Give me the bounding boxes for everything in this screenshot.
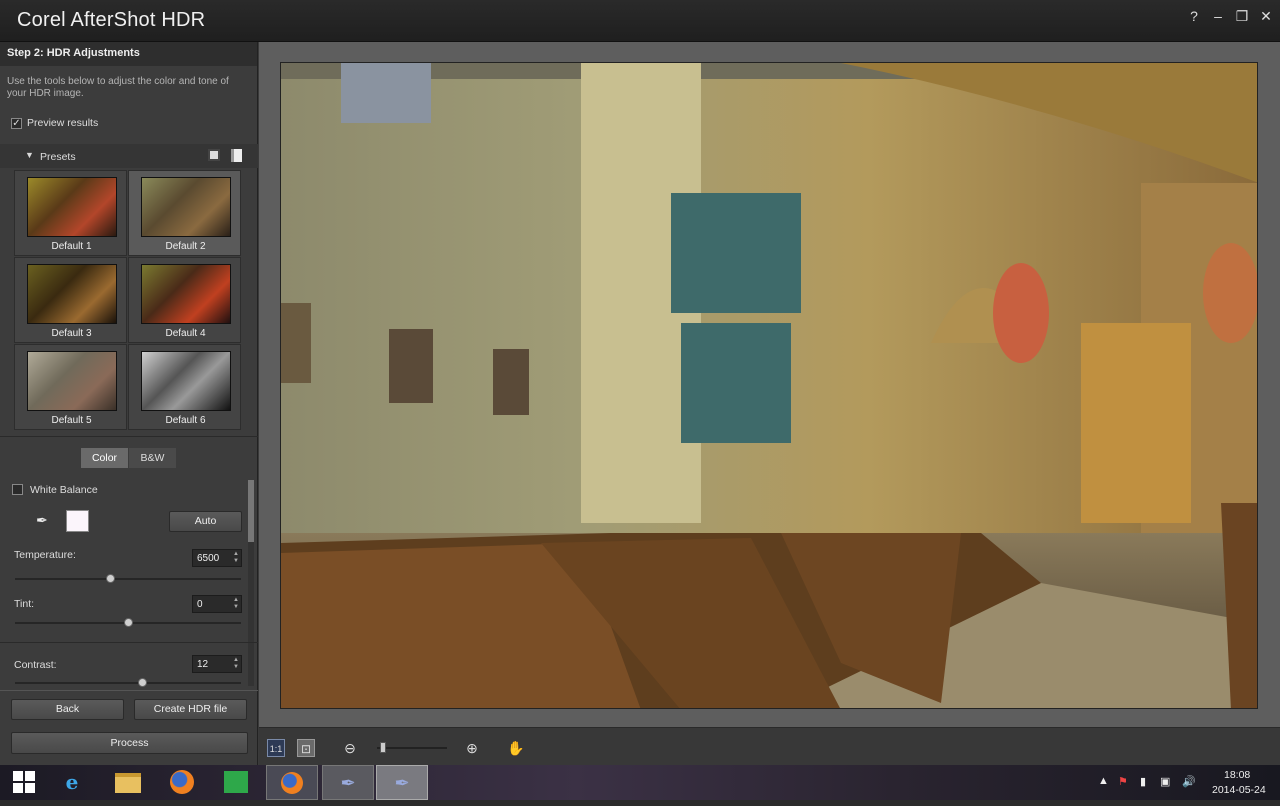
white-balance-checkbox[interactable] [12,484,23,495]
hdr-preview-image[interactable] [280,62,1258,709]
image-viewer [259,42,1280,727]
clock-date[interactable]: 2014-05-24 [1212,784,1266,796]
close-button[interactable]: ✕ [1256,6,1276,26]
contrast-input[interactable]: 12 ▲ ▼ [192,655,242,673]
preset-default-1[interactable]: Default 1 [14,170,127,256]
tint-slider[interactable] [15,618,241,627]
preset-name: Default 2 [165,241,206,252]
temperature-label: Temperature: [14,549,76,561]
preview-results-checkbox[interactable]: ✓ [11,118,22,129]
show-hidden-icons-icon[interactable]: ▲ [1098,775,1109,787]
tab-bw[interactable]: B&W [129,448,176,468]
divider [0,436,258,437]
scrollbar-thumb[interactable] [248,480,254,542]
contrast-label: Contrast: [14,659,57,671]
preset-thumbnail [141,351,231,411]
zoom-slider[interactable] [377,742,447,753]
zoom-slider-knob[interactable] [380,742,386,753]
preset-thumbnail [27,177,117,237]
preset-thumbnail [141,264,231,324]
collapse-triangle-icon[interactable]: ▼ [25,150,34,160]
preset-name: Default 3 [51,328,92,339]
preset-name: Default 1 [51,241,92,252]
preset-name: Default 4 [165,328,206,339]
viewer-toolbar: 1:1 ⊡ ⊖ ⊕ ✋ [259,727,1280,765]
taskbar-firefox-window[interactable] [266,765,318,800]
temperature-input[interactable]: 6500 ▲ ▼ [192,549,242,567]
help-button[interactable]: ? [1184,6,1204,26]
preset-name: Default 5 [51,415,92,426]
adjustments-panel: Step 2: HDR Adjustments Use the tools be… [0,42,258,765]
app-title: Corel AfterShot HDR [17,9,206,31]
app-window: Corel AfterShot HDR ? – ❐ ✕ Step 2: HDR … [0,0,1280,765]
pan-hand-icon[interactable]: ✋ [507,739,525,757]
firefox-icon[interactable] [158,765,206,800]
store-icon[interactable] [212,765,260,800]
preset-name: Default 6 [165,415,206,426]
preset-default-3[interactable]: Default 3 [14,257,127,343]
preset-thumbnail [27,264,117,324]
step-title: Step 2: HDR Adjustments [0,42,257,66]
slider-knob[interactable] [138,678,147,687]
contrast-value: 12 [197,659,209,670]
panel-scrollbar[interactable] [248,480,254,686]
actual-size-icon[interactable]: 1:1 [267,739,285,757]
tint-value: 0 [197,599,203,610]
network-icon[interactable]: ▣ [1160,775,1170,788]
slider-knob[interactable] [106,574,115,583]
preset-thumbnail [27,351,117,411]
preview-results-label: Preview results [27,117,99,129]
divider [0,642,258,643]
zoom-out-icon[interactable]: ⊖ [341,739,359,757]
presets-header[interactable]: ▼ Presets [0,144,258,168]
taskbar-aftershot-window-2[interactable]: ✒ [376,765,428,800]
zoom-in-icon[interactable]: ⊕ [463,739,481,757]
presets-label: Presets [40,151,76,163]
preset-default-4[interactable]: Default 4 [128,257,241,343]
maximize-button[interactable]: ❐ [1232,6,1252,26]
windows-taskbar: e ✒ ✒ ▲ ⚑ ▮ ▣ 🔊 18:08 2014-05-24 [0,765,1280,800]
internet-explorer-icon[interactable]: e [48,765,96,800]
volume-icon[interactable]: 🔊 [1182,775,1196,788]
fit-to-window-icon[interactable]: ⊡ [297,739,315,757]
divider [0,690,258,691]
windows-logo-icon [13,771,35,793]
slider-knob[interactable] [124,618,133,627]
church-interior-photo [281,63,1257,708]
save-preset-icon[interactable] [208,149,220,161]
white-balance-swatch[interactable] [66,510,89,532]
back-button[interactable]: Back [11,699,124,720]
preset-thumbnail [141,177,231,237]
tint-label: Tint: [14,598,35,610]
preset-default-2[interactable]: Default 2 [128,170,241,256]
white-balance-label: White Balance [30,484,98,496]
battery-icon[interactable]: ▮ [1140,775,1146,788]
temperature-value: 6500 [197,553,220,564]
temperature-slider[interactable] [15,574,241,583]
file-explorer-icon[interactable] [104,765,152,800]
tint-input[interactable]: 0 ▲ ▼ [192,595,242,613]
taskbar-aftershot-window-1[interactable]: ✒ [322,765,374,800]
contrast-slider[interactable] [15,678,241,687]
preset-default-6[interactable]: Default 6 [128,344,241,430]
step-description: Use the tools below to adjust the color … [7,76,229,99]
start-button[interactable] [0,765,48,800]
delete-preset-icon[interactable] [231,149,242,162]
auto-button[interactable]: Auto [169,511,242,532]
eyedropper-icon[interactable]: ✒ [36,512,48,529]
tab-color[interactable]: Color [81,448,128,468]
minimize-button[interactable]: – [1208,6,1228,26]
process-button[interactable]: Process [11,732,248,754]
action-center-icon[interactable]: ⚑ [1118,775,1128,788]
preset-default-5[interactable]: Default 5 [14,344,127,430]
create-hdr-file-button[interactable]: Create HDR file [134,699,247,720]
title-bar: Corel AfterShot HDR ? – ❐ ✕ [0,0,1280,42]
clock-time[interactable]: 18:08 [1224,769,1250,781]
